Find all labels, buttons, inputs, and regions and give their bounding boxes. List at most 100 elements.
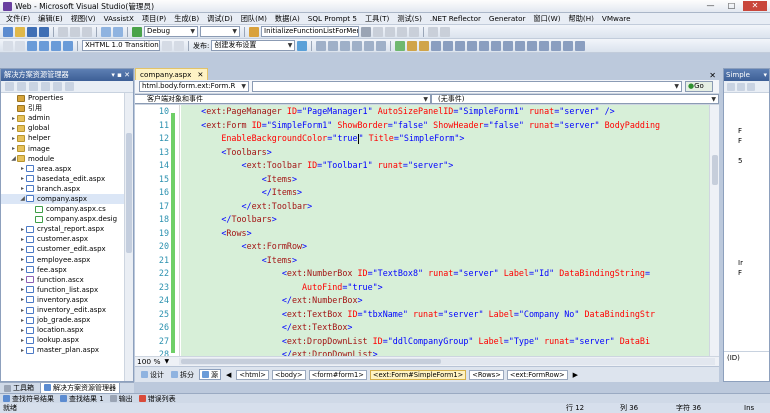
code-text-area[interactable]: <ext:PageManager ID="PageManager1" AutoS… [181, 105, 709, 356]
layout-8-icon[interactable] [515, 40, 526, 51]
browser-icon[interactable] [174, 40, 184, 51]
expand-toggle-icon[interactable]: ▸ [10, 135, 17, 142]
format-5-icon[interactable] [364, 40, 375, 51]
open-file-icon[interactable] [15, 26, 25, 37]
property-row[interactable] [738, 146, 769, 156]
minimize-button[interactable]: — [701, 1, 720, 11]
breadcrumb-simple-form[interactable]: <ext:Form#SimpleForm1> [369, 369, 467, 380]
tree-item[interactable]: ▸ customer_edit.aspx [1, 244, 125, 254]
menu-window[interactable]: 窗口(W) [529, 14, 564, 24]
layout-4-icon[interactable] [467, 40, 478, 51]
property-row[interactable] [738, 248, 769, 258]
layout-13-icon[interactable] [575, 40, 586, 51]
layout-12-icon[interactable] [563, 40, 574, 51]
expand-toggle-icon[interactable]: ▸ [19, 276, 26, 283]
tree-item[interactable]: ▸ image [1, 143, 125, 153]
redo-icon[interactable] [113, 26, 123, 37]
extension-manager-icon[interactable] [440, 26, 450, 37]
expand-toggle-icon[interactable]: ▸ [19, 317, 26, 324]
tab-company-aspx[interactable]: company.aspx ✕ [135, 68, 209, 80]
expand-toggle-icon[interactable]: ▸ [19, 246, 26, 253]
tab-error-list[interactable]: 错误列表 [138, 394, 176, 404]
tree-item[interactable]: ▸ crystal_report.aspx [1, 224, 125, 234]
tree-item[interactable]: ▸ employee.aspx [1, 255, 125, 265]
publish-dropdown[interactable]: 创建发布设置 ▼ [211, 40, 296, 51]
layout-7-icon[interactable] [503, 40, 514, 51]
tab-toolbox[interactable]: 工具箱 [4, 383, 34, 393]
property-row[interactable] [738, 207, 769, 217]
format-4-icon[interactable] [352, 40, 363, 51]
menu-vmware[interactable]: VMware [598, 14, 635, 23]
menu-debug[interactable]: 调试(D) [203, 14, 237, 24]
find-combo[interactable]: InitializeFunctionListForMenu▼ [261, 26, 359, 37]
menu-edit[interactable]: 编辑(E) [34, 14, 67, 24]
menu-file[interactable]: 文件(F) [2, 14, 34, 24]
view-code-icon[interactable] [41, 82, 50, 91]
member-dropdown[interactable]: ▼ [252, 81, 682, 92]
property-row[interactable] [738, 329, 769, 339]
menu-net-reflector[interactable]: .NET Reflector [426, 14, 485, 23]
layout-3-icon[interactable] [455, 40, 466, 51]
source-view-button[interactable]: 源 [199, 369, 221, 380]
go-button[interactable]: ● Go [685, 81, 713, 92]
expand-toggle-icon[interactable]: ▸ [19, 226, 26, 233]
tree-item[interactable]: Properties [1, 93, 125, 103]
expand-toggle-icon[interactable]: ◢ [19, 195, 26, 202]
code-editor[interactable]: 10 11 12 13 14 15 16 17 18 19 20 21 22 23 24 25 26 27 28 <… [135, 105, 719, 356]
property-row[interactable] [738, 299, 769, 309]
find-icon[interactable] [249, 26, 259, 37]
comment-icon[interactable] [27, 40, 37, 51]
format-6-icon[interactable] [376, 40, 387, 51]
property-row[interactable] [738, 166, 769, 176]
view-designer-icon[interactable] [53, 82, 62, 91]
expand-toggle-icon[interactable]: ▸ [19, 256, 26, 263]
breadcrumb-rows[interactable]: <Rows> [469, 369, 504, 380]
refresh-icon[interactable] [29, 82, 38, 91]
tree-item[interactable]: ▸ global [1, 123, 125, 133]
layout-5-icon[interactable] [479, 40, 490, 51]
publish-web-icon[interactable] [297, 40, 308, 51]
breadcrumb-html[interactable]: <html> [236, 369, 269, 380]
layout-6-icon[interactable] [491, 40, 502, 51]
expand-toggle-icon[interactable]: ▸ [10, 145, 17, 152]
alphabetical-icon[interactable] [737, 82, 745, 91]
property-row[interactable] [738, 217, 769, 227]
expand-toggle-icon[interactable]: ▸ [19, 175, 26, 182]
toolbox-icon[interactable] [409, 26, 419, 37]
tree-item[interactable]: ▸ helper [1, 133, 125, 143]
tree-item[interactable]: ▸ branch.aspx [1, 184, 125, 194]
zoom-level[interactable]: 100 % [137, 357, 160, 366]
tree-item[interactable]: ▸ fee.aspx [1, 265, 125, 275]
solution-explorer-scrollbar[interactable] [124, 93, 133, 381]
show-all-files-icon[interactable] [17, 82, 26, 91]
property-row[interactable] [738, 340, 769, 350]
bookmark-next-icon[interactable] [63, 40, 73, 51]
tab-output[interactable]: 输出 [109, 394, 133, 404]
tab-solution-explorer[interactable]: 解决方案资源管理器 [40, 382, 120, 394]
tree-item[interactable]: ▸ basedata_edit.aspx [1, 174, 125, 184]
property-row[interactable] [738, 309, 769, 319]
save-icon[interactable] [27, 26, 37, 37]
design-view-button[interactable]: 设计 [139, 369, 166, 380]
editor-vertical-scrollbar[interactable] [709, 105, 719, 356]
expand-toggle-icon[interactable]: ◢ [10, 155, 17, 162]
property-row[interactable]: F [738, 268, 769, 278]
tree-item[interactable]: ▸ lookup.aspx [1, 335, 125, 345]
menu-generator[interactable]: Generator [485, 14, 530, 23]
work-item-icon[interactable] [419, 40, 430, 51]
tree-item[interactable]: 引用 [1, 103, 125, 113]
maximize-button[interactable]: □ [722, 1, 741, 11]
breadcrumb-body[interactable]: <body> [271, 369, 306, 380]
tree-item[interactable]: ▸ function_list.aspx [1, 285, 125, 295]
layout-11-icon[interactable] [551, 40, 562, 51]
property-row[interactable] [738, 105, 769, 115]
close-tab-icon[interactable]: ✕ [197, 70, 203, 79]
expand-toggle-icon[interactable]: ▸ [19, 307, 26, 314]
tab-find-results-1[interactable]: 查找结果 1 [60, 394, 104, 404]
layout-1-icon[interactable] [431, 40, 442, 51]
undo-icon[interactable] [101, 26, 111, 37]
layout-9-icon[interactable] [527, 40, 538, 51]
menu-view[interactable]: 视图(V) [67, 14, 100, 24]
panel-controls[interactable]: ▾ ▪ ✕ [111, 71, 133, 79]
tree-item[interactable]: ▸ location.aspx [1, 325, 125, 335]
